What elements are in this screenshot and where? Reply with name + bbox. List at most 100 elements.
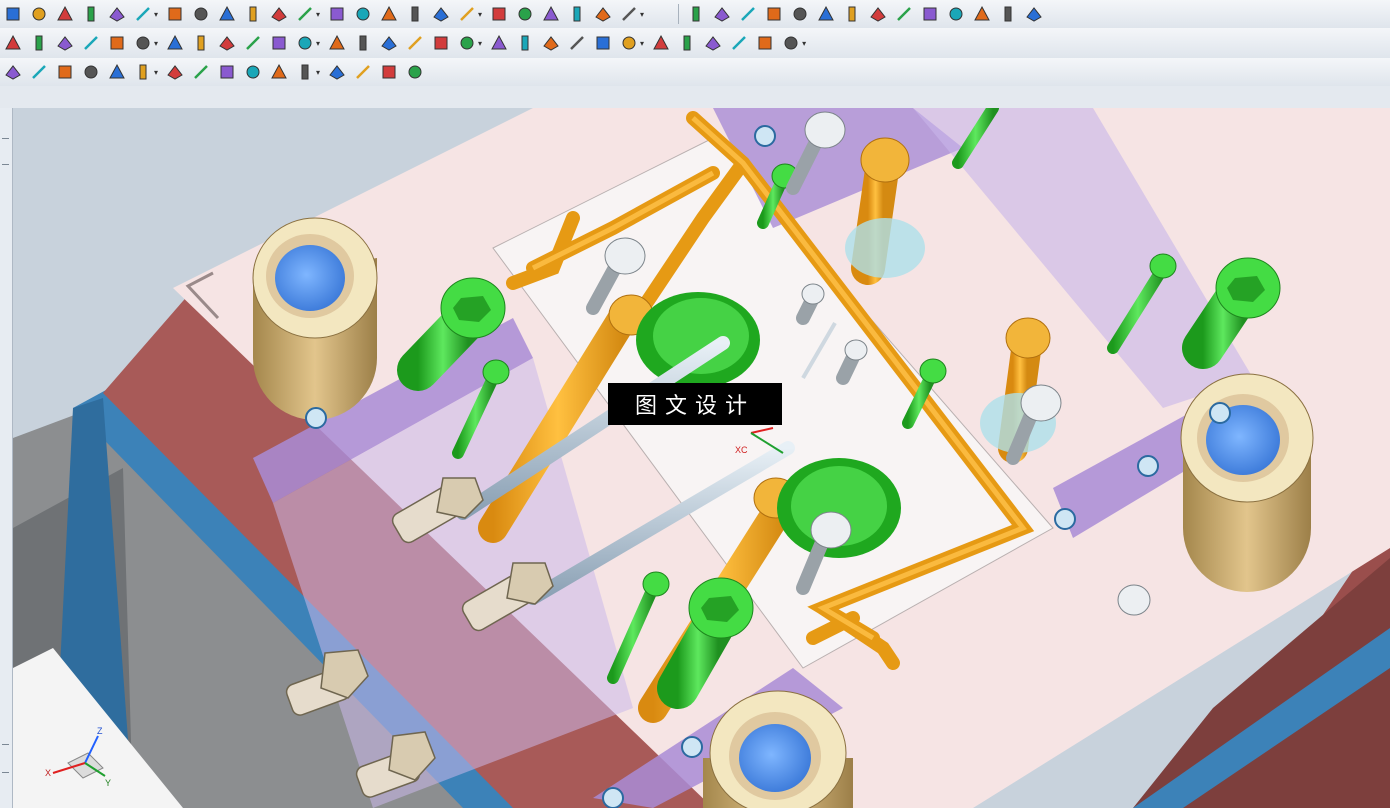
dropdown-arrow-icon[interactable]: ▾ xyxy=(478,39,482,48)
arc-icon[interactable] xyxy=(242,61,264,83)
trim-body-icon[interactable] xyxy=(268,3,290,25)
box-icon[interactable] xyxy=(326,32,348,54)
pin-icon[interactable] xyxy=(711,3,733,25)
analysis-icon[interactable] xyxy=(618,3,640,25)
angle-icon[interactable] xyxy=(618,32,640,54)
slider-icon[interactable] xyxy=(867,3,889,25)
ejector-icon[interactable] xyxy=(841,3,863,25)
layer-icon[interactable] xyxy=(242,32,264,54)
cube-outline-icon[interactable] xyxy=(780,32,802,54)
measure-icon[interactable] xyxy=(592,3,614,25)
edge-blend-icon[interactable] xyxy=(164,3,186,25)
filter-box-icon[interactable] xyxy=(54,61,76,83)
wave-icon[interactable] xyxy=(294,3,316,25)
dropdown-arrow-icon[interactable]: ▾ xyxy=(154,10,158,19)
flag-icon[interactable] xyxy=(676,32,698,54)
curve-icon[interactable] xyxy=(216,61,238,83)
sew-icon[interactable] xyxy=(540,3,562,25)
grid-snap-icon[interactable] xyxy=(404,61,426,83)
shell-icon[interactable] xyxy=(242,3,264,25)
section-icon[interactable] xyxy=(592,32,614,54)
draft-icon[interactable] xyxy=(326,3,348,25)
quadrant-icon[interactable] xyxy=(294,61,316,83)
line-icon[interactable] xyxy=(456,32,478,54)
tilt-icon[interactable] xyxy=(650,32,672,54)
dropdown-arrow-icon[interactable]: ▾ xyxy=(154,39,158,48)
question-icon[interactable] xyxy=(815,3,837,25)
runner-icon[interactable] xyxy=(971,3,993,25)
sketch-icon[interactable] xyxy=(28,3,50,25)
part-icon[interactable] xyxy=(28,32,50,54)
dropdown-arrow-icon[interactable]: ▾ xyxy=(316,10,320,19)
face-icon[interactable] xyxy=(216,3,238,25)
cube-red-icon[interactable] xyxy=(268,32,290,54)
graphics-viewport[interactable]: XC X Y Z xyxy=(13,108,1390,808)
target-icon[interactable] xyxy=(685,3,707,25)
offset-face-icon[interactable] xyxy=(352,3,374,25)
resource-bar[interactable] xyxy=(0,108,13,808)
chamfer-icon[interactable] xyxy=(190,3,212,25)
select-arrow-icon[interactable] xyxy=(28,61,50,83)
cooling-icon[interactable] xyxy=(919,3,941,25)
delete-icon[interactable] xyxy=(702,32,724,54)
pattern-icon[interactable] xyxy=(404,3,426,25)
circle-center-icon[interactable] xyxy=(268,61,290,83)
multi-line-icon[interactable] xyxy=(514,32,536,54)
crosshair-icon[interactable] xyxy=(488,32,510,54)
dropdown-arrow-icon[interactable]: ▾ xyxy=(640,39,644,48)
subtract-icon[interactable] xyxy=(456,3,478,25)
dropdown-arrow-icon[interactable]: ▾ xyxy=(478,10,482,19)
insert-icon[interactable] xyxy=(945,3,967,25)
split-body-icon[interactable] xyxy=(514,3,536,25)
line-point-icon[interactable] xyxy=(190,61,212,83)
shape-icon[interactable] xyxy=(80,3,102,25)
dropdown-arrow-icon[interactable]: ▾ xyxy=(802,39,806,48)
block-icon[interactable] xyxy=(106,3,128,25)
sleeve-icon[interactable] xyxy=(106,32,128,54)
dropdown-arrow-icon[interactable]: ▾ xyxy=(316,39,320,48)
lifter-icon[interactable] xyxy=(893,3,915,25)
sheet-icon[interactable] xyxy=(106,61,128,83)
text-icon[interactable] xyxy=(164,32,186,54)
color-palette-icon[interactable] xyxy=(404,32,426,54)
hatch-icon[interactable] xyxy=(190,32,212,54)
eye-red-icon[interactable] xyxy=(789,3,811,25)
grid-icon[interactable] xyxy=(540,32,562,54)
unite-icon[interactable] xyxy=(430,3,452,25)
face-point-icon[interactable] xyxy=(378,61,400,83)
guide-bushing-tl xyxy=(252,217,378,420)
mold-base-icon[interactable] xyxy=(1023,3,1045,25)
paint-icon[interactable] xyxy=(754,32,776,54)
guide-bushing-r xyxy=(1180,373,1314,592)
point-icon[interactable] xyxy=(132,61,154,83)
end-point-icon[interactable] xyxy=(352,61,374,83)
patch-icon[interactable] xyxy=(566,3,588,25)
solid-icon[interactable] xyxy=(80,61,102,83)
thermometer-icon[interactable] xyxy=(132,32,154,54)
dropdown-arrow-icon[interactable]: ▾ xyxy=(154,68,158,77)
gate-icon[interactable] xyxy=(997,3,1019,25)
pin-icon[interactable] xyxy=(54,32,76,54)
intersect-icon[interactable] xyxy=(488,3,510,25)
diamond-icon[interactable] xyxy=(294,32,316,54)
split-icon[interactable] xyxy=(430,32,452,54)
mirror-icon[interactable] xyxy=(378,3,400,25)
bolt-icon[interactable] xyxy=(737,3,759,25)
mid-point-icon[interactable] xyxy=(164,61,186,83)
stripes-icon[interactable] xyxy=(566,32,588,54)
broom-icon[interactable] xyxy=(728,32,750,54)
stop-icon[interactable] xyxy=(2,32,24,54)
pocket-icon[interactable] xyxy=(80,32,102,54)
dropdown-arrow-icon[interactable]: ▾ xyxy=(640,10,644,19)
dropdown-arrow-icon[interactable]: ▾ xyxy=(316,68,320,77)
snap-icon[interactable] xyxy=(2,61,24,83)
y-axis-label: Y xyxy=(105,778,111,788)
eye-icon[interactable] xyxy=(763,3,785,25)
extrude-icon[interactable] xyxy=(54,3,76,25)
blend-icon[interactable] xyxy=(132,3,154,25)
rotate-icon[interactable] xyxy=(2,3,24,25)
chart-icon[interactable] xyxy=(216,32,238,54)
arrange-icon[interactable] xyxy=(352,32,374,54)
intersection-icon[interactable] xyxy=(326,61,348,83)
cage-icon[interactable] xyxy=(378,32,400,54)
